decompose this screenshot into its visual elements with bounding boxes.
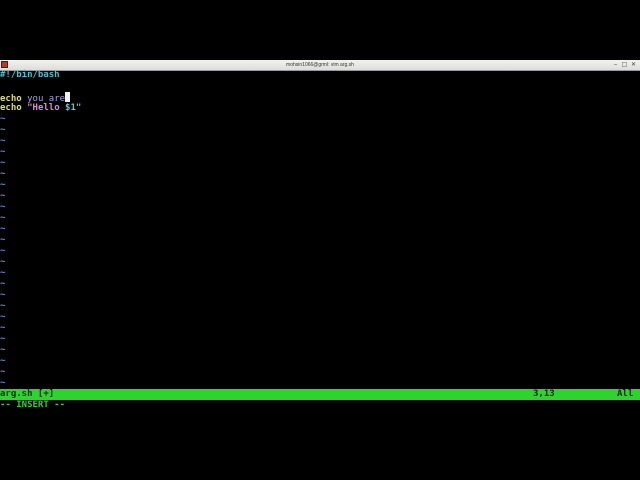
empty-line-tilde: ~ [0,180,6,190]
empty-line-tilde: ~ [0,356,6,366]
empty-line-tilde: ~ [0,224,6,234]
string-open: "Hello [21,103,66,113]
empty-line-tilde: ~ [0,345,6,355]
minimize-button[interactable]: ‒ [611,61,620,68]
empty-line-tilde: ~ [0,202,6,212]
status-line: arg.sh [+] 3,13 All [0,389,640,400]
empty-line-tilde: ~ [0,334,6,344]
close-button[interactable]: ✕ [629,61,638,68]
empty-line-tilde: ~ [0,158,6,168]
scroll-indicator: All [617,389,634,399]
window-title: mohsin1066@grml: vim arg.sh [286,62,354,68]
empty-line-tilde: ~ [0,268,6,278]
empty-line-tilde: ~ [0,147,6,157]
empty-line-tilde: ~ [0,114,6,124]
empty-line-tilde: ~ [0,279,6,289]
mode-indicator: -- INSERT -- [0,400,66,410]
empty-line-tilde: ~ [0,378,6,388]
empty-line-tilde: ~ [0,191,6,201]
empty-line-tilde: ~ [0,169,6,179]
variable-arg: $1 [65,103,76,113]
empty-line-tilde: ~ [0,323,6,333]
echo-keyword: echo [0,103,22,113]
empty-line-tilde: ~ [0,136,6,146]
string-close: " [75,103,82,113]
empty-line-tilde: ~ [0,312,6,322]
cursor-position: 3,13 [533,389,555,399]
vim-editor[interactable]: #!/bin/bash echo you are echo "Hello $1"… [0,70,640,388]
text-cursor [65,92,71,102]
empty-line-tilde: ~ [0,301,6,311]
maximize-button[interactable]: □ [620,61,629,68]
empty-line-tilde: ~ [0,246,6,256]
editor-line-4: echo "Hello $1" [0,103,81,114]
empty-line-tilde: ~ [0,290,6,300]
editor-line-3: echo you are [0,92,71,104]
editor-line-1: #!/bin/bash [0,70,60,80]
empty-line-tilde: ~ [0,257,6,267]
empty-line-tilde: ~ [0,213,6,223]
status-filename: arg.sh [+] [0,389,55,399]
empty-line-tilde: ~ [0,235,6,245]
empty-line-tilde: ~ [0,125,6,135]
empty-line-tilde: ~ [0,367,6,377]
